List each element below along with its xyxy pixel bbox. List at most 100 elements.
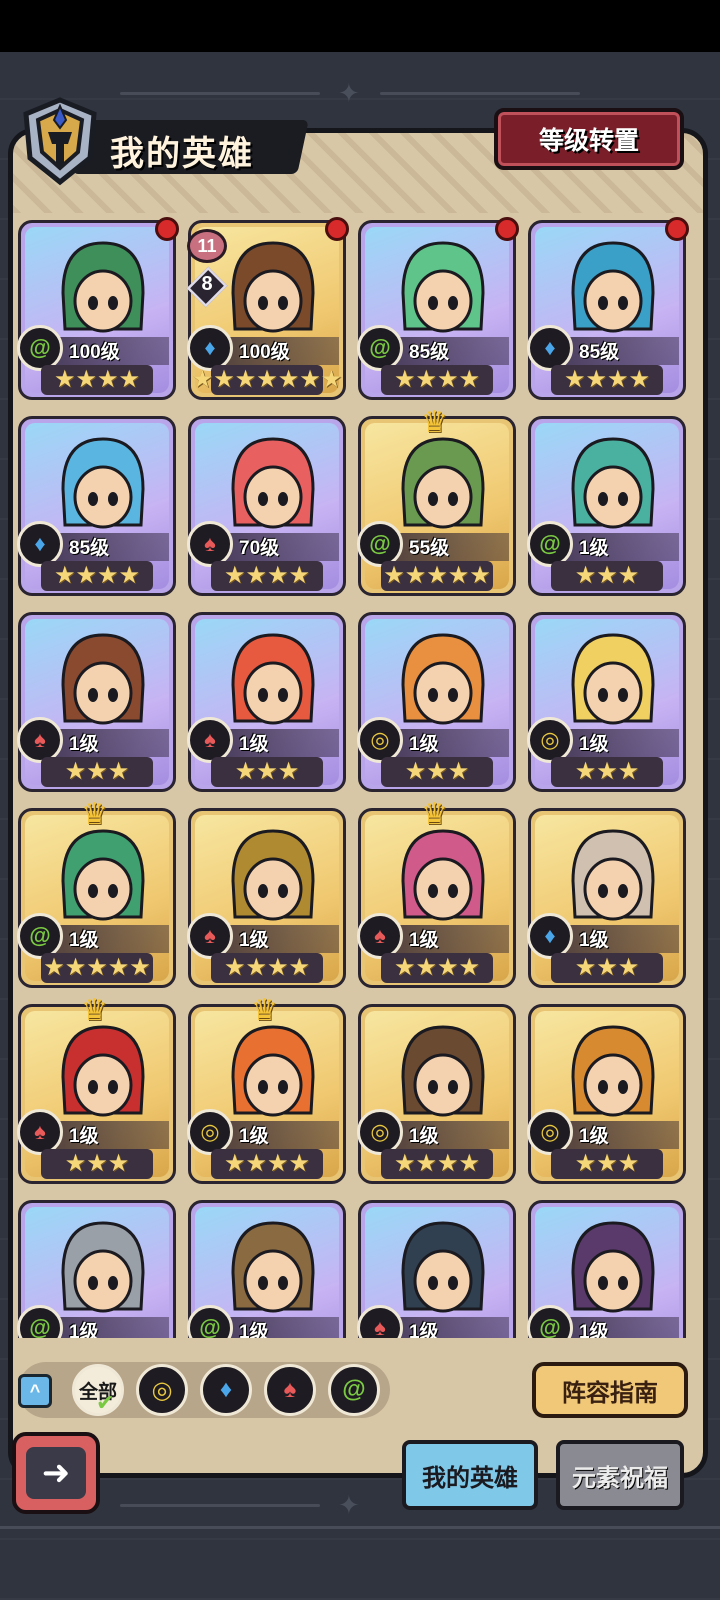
star-icon: ★ [299, 366, 321, 393]
scroll-up-button[interactable]: ^ [18, 1374, 52, 1408]
crown-icon: ♛ [81, 994, 108, 1027]
filter-fire-button[interactable]: ♠ [264, 1364, 316, 1416]
star-icon: ★ [563, 366, 586, 393]
hero-card[interactable]: 1级♠★★★ [187, 612, 346, 792]
crown-icon: ♛ [81, 798, 108, 831]
hero-card[interactable]: 1级 ◎ ★ ★ ★ ★ [357, 1004, 516, 1184]
hero-level: 55级 [409, 538, 450, 559]
hero-grid: 100级 @ ★ ★ ★ ★ 100级 ♦ ★ ★ ★ ★ ★ ★ ★ 11 8 85级 @ ★ ★ ★ ★ 85级 ♦ ★ ★ ★ ★… [14, 212, 694, 1338]
hero-card[interactable]: 70级 ♠ ★ ★ ★ ★ [187, 416, 346, 596]
hero-card[interactable]: 1级 ♠ ★ ★ ★ ★ ♛ [357, 798, 516, 988]
tab-my-heroes[interactable]: 我的英雄 [402, 1440, 538, 1510]
star-icon: ★ [97, 562, 119, 589]
tab-element-blessing[interactable]: 元素祝福 [556, 1440, 684, 1510]
star-icon: ★ [469, 562, 491, 589]
notification-dot [155, 217, 179, 241]
star-icon: ★ [320, 366, 343, 393]
filter-earth-button[interactable]: ◎ [136, 1364, 188, 1416]
star-icon: ★ [267, 1150, 289, 1177]
hero-card[interactable]: 1级 ◎ ★ ★ ★ [357, 612, 516, 792]
star-icon: ★ [223, 562, 246, 589]
hero-level: 1级 [579, 734, 609, 755]
hero-card[interactable]: 1级 @ ★ ★ ★ ★ ★ ♛ [17, 798, 176, 988]
level-transpose-button[interactable]: 等级转置 [494, 108, 684, 170]
hero-card[interactable]: 1级@★★★ [527, 1200, 686, 1338]
hero-card[interactable]: 85级 ♦ ★ ★ ★ ★ [527, 217, 689, 400]
hero-card[interactable]: 1级♠★★★ [357, 1200, 516, 1338]
filter-water-button[interactable]: ♦ [200, 1364, 252, 1416]
star-icon: ★ [75, 366, 97, 393]
hero-level: 1级 [409, 1322, 439, 1338]
star-icon: ★ [256, 758, 278, 785]
hero-level: 1级 [409, 1126, 439, 1147]
star-icon: ★ [447, 758, 470, 785]
star-icon: ★ [256, 366, 278, 393]
hero-card[interactable]: 1级 ◎ ★ ★ ★ [527, 1004, 686, 1184]
hero-card[interactable]: 1级 ♦ ★ ★ ★ [527, 808, 686, 988]
back-button[interactable]: ➜ [12, 1432, 100, 1514]
star-icon: ★ [393, 1150, 416, 1177]
notification-dot [665, 217, 689, 241]
hero-card[interactable]: 1级 ♠ ★ ★ ★ ★ [187, 808, 346, 988]
star-rating: ★ ★ ★ [551, 1149, 663, 1179]
star-rating: ★ ★ ★ ★ [211, 561, 323, 591]
star-icon: ★ [277, 366, 300, 393]
lineup-guide-button[interactable]: 阵容指南 [532, 1362, 688, 1418]
crown-icon: ♛ [421, 406, 448, 439]
hero-card[interactable]: 100级 ♦ ★ ★ ★ ★ ★ ★ ★ 11 8 [186, 217, 349, 400]
star-icon: ★ [97, 366, 119, 393]
star-icon: ★ [118, 366, 141, 393]
star-icon: ★ [458, 954, 481, 981]
hero-level: 85级 [579, 342, 620, 363]
star-icon: ★ [437, 1150, 459, 1177]
hero-card[interactable]: 1级@★★★ [527, 416, 686, 596]
hero-card[interactable]: 85级 ♦ ★ ★ ★ ★ [17, 416, 176, 596]
star-icon: ★ [404, 758, 427, 785]
star-icon: ★ [64, 1150, 87, 1177]
hero-card[interactable]: 100级 @ ★ ★ ★ ★ [17, 217, 179, 400]
hero-card[interactable]: 1级@★★★ [187, 1200, 346, 1338]
star-icon: ★ [53, 562, 76, 589]
star-icon: ★ [53, 366, 76, 393]
star-icon: ★ [245, 562, 267, 589]
hero-card[interactable]: 1级♠★★★ [17, 612, 176, 792]
star-icon: ★ [223, 1150, 246, 1177]
filter-wind-button[interactable]: @ [328, 1364, 380, 1416]
hero-level: 1级 [69, 930, 99, 951]
star-icon: ★ [107, 758, 130, 785]
star-rating: ★ ★ ★ [41, 1149, 153, 1179]
star-icon: ★ [288, 954, 311, 981]
status-bar [0, 0, 720, 52]
hero-card[interactable]: 55级 @ ★ ★ ★ ★ ★ ♛ [357, 406, 516, 596]
star-icon: ★ [574, 954, 597, 981]
hero-card[interactable]: 1级 ◎ ★ ★ ★ ★ ♛ [187, 994, 346, 1184]
crown-icon: ♛ [251, 994, 278, 1027]
star-icon: ★ [129, 954, 151, 981]
hero-card[interactable]: 1级 ◎ ★ ★ ★ [527, 612, 686, 792]
star-icon: ★ [393, 954, 416, 981]
star-icon: ★ [596, 954, 618, 981]
hero-level: 85级 [409, 342, 450, 363]
star-rating: ★ ★ ★ [551, 953, 663, 983]
star-icon: ★ [43, 954, 65, 981]
star-rating: ★ ★ ★ [381, 757, 493, 787]
hero-card[interactable]: 1级 ♠ ★ ★ ★ ♛ [17, 994, 176, 1184]
hero-card[interactable]: 85级 @ ★ ★ ★ ★ [357, 217, 519, 400]
star-icon: ★ [574, 1150, 597, 1177]
star-icon: ★ [267, 954, 289, 981]
star-icon: ★ [107, 1150, 130, 1177]
deco-line [380, 92, 580, 95]
star-icon: ★ [234, 758, 257, 785]
star-rating: ★ ★ ★ ★ [41, 561, 153, 591]
crown-icon: ♛ [421, 798, 448, 831]
star-icon: ★ [617, 562, 640, 589]
star-icon: ★ [617, 1150, 640, 1177]
hero-card[interactable]: 1级@★★★ [17, 1200, 176, 1338]
rank-badge: 11 8 [186, 229, 228, 313]
star-icon: ★ [288, 562, 311, 589]
star-rating: ★ ★ ★ ★ ★ ★ ★ [192, 365, 342, 395]
star-rating: ★ ★ ★ ★ ★ [41, 953, 153, 983]
star-rating: ★ ★ ★ [551, 561, 663, 591]
star-icon: ★ [404, 562, 427, 589]
star-rating: ★ ★ ★ ★ [551, 365, 663, 395]
